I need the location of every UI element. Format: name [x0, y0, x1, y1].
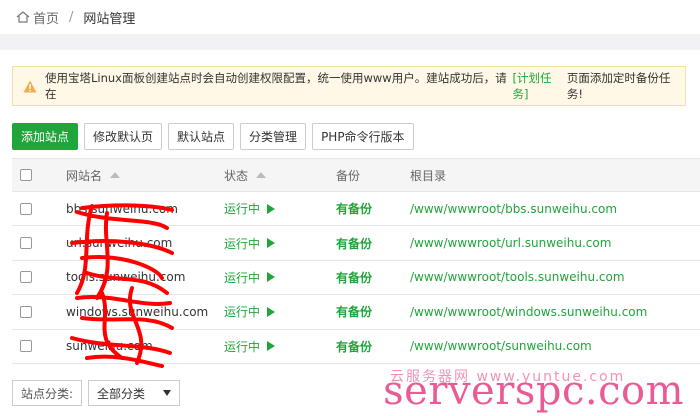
- header-name[interactable]: 网站名: [66, 159, 121, 191]
- table-header: 网站名 状态 备份 根目录: [12, 158, 700, 192]
- breadcrumb-home[interactable]: 首页: [16, 8, 59, 27]
- site-name-label: url.sunweihu.com: [66, 236, 173, 251]
- play-icon: [267, 203, 276, 214]
- default-site-button[interactable]: 默认站点: [168, 123, 235, 150]
- site-name[interactable]: url.sunweihu.com: [66, 226, 172, 259]
- site-backup-label: 有备份: [336, 202, 373, 217]
- site-root-label: /www/wwwroot/url.sunweihu.com: [410, 236, 612, 251]
- header-name-label: 网站名: [66, 168, 103, 183]
- site-name[interactable]: bbs.sunweihu.com: [66, 192, 178, 225]
- site-status-label: 运行中: [224, 202, 261, 217]
- play-icon: [267, 272, 276, 283]
- site-status[interactable]: 运行中: [224, 295, 276, 328]
- category-select-value: 全部分类: [97, 386, 146, 401]
- warning-icon: [23, 80, 37, 92]
- site-backup-label: 有备份: [336, 305, 373, 320]
- chevron-down-icon: [163, 390, 172, 396]
- site-root[interactable]: /www/wwwroot/sunweihu.com: [410, 330, 592, 363]
- site-backup[interactable]: 有备份: [336, 330, 372, 363]
- site-status-label: 运行中: [224, 305, 261, 320]
- toolbar: 添加站点 修改默认页 默认站点 分类管理 PHP命令行版本: [12, 123, 414, 150]
- add-site-button[interactable]: 添加站点: [12, 123, 79, 150]
- site-root-label: /www/wwwroot/windows.sunweihu.com: [410, 304, 648, 319]
- notice-text-before: 使用宝塔Linux面板创建站点时会自动创建权限配置，统一使用www用户。建站成功…: [45, 71, 507, 101]
- site-backup[interactable]: 有备份: [336, 226, 372, 259]
- watermark: serverspc.com: [383, 368, 684, 414]
- site-backup-label: 有备份: [336, 339, 373, 354]
- site-name[interactable]: tools.sunweihu.com: [66, 261, 185, 294]
- notice-bar: 使用宝塔Linux面板创建站点时会自动创建权限配置，统一使用www用户。建站成功…: [12, 66, 686, 106]
- select-all-checkbox[interactable]: [20, 169, 32, 181]
- row-checkbox[interactable]: [20, 305, 32, 318]
- breadcrumb: 首页 / 网站管理: [0, 0, 700, 34]
- php-cli-version-button[interactable]: PHP命令行版本: [312, 123, 414, 150]
- table-row: sunweihu.com 运行中 有备份 /www/wwwroot/sunwei…: [12, 330, 700, 364]
- site-status-label: 运行中: [224, 236, 261, 251]
- row-checkbox[interactable]: [20, 237, 32, 250]
- breadcrumb-home-label: 首页: [33, 11, 60, 27]
- modify-default-page-button[interactable]: 修改默认页: [84, 123, 163, 150]
- site-root[interactable]: /www/wwwroot/url.sunweihu.com: [410, 226, 611, 259]
- site-status[interactable]: 运行中: [224, 226, 276, 259]
- site-name[interactable]: windows.sunweihu.com: [66, 295, 208, 328]
- site-status[interactable]: 运行中: [224, 330, 276, 363]
- row-checkbox-cell: [20, 330, 32, 363]
- table-row: url.sunweihu.com 运行中 有备份 /www/wwwroot/ur…: [12, 226, 700, 261]
- table-row: windows.sunweihu.com 运行中 有备份 /www/wwwroo…: [12, 295, 700, 330]
- site-root-label: /www/wwwroot/sunweihu.com: [410, 339, 592, 354]
- site-name-label: tools.sunweihu.com: [66, 270, 186, 285]
- breadcrumb-current: 网站管理: [83, 11, 136, 27]
- home-icon: [16, 11, 30, 23]
- site-status[interactable]: 运行中: [224, 261, 276, 294]
- row-checkbox[interactable]: [20, 202, 32, 215]
- site-status-label: 运行中: [224, 339, 261, 354]
- sort-asc-icon: [256, 172, 267, 178]
- cron-task-link[interactable]: [计划任务]: [513, 70, 567, 102]
- row-checkbox-cell: [20, 261, 32, 294]
- site-backup[interactable]: 有备份: [336, 295, 372, 328]
- category-manage-button[interactable]: 分类管理: [240, 123, 307, 150]
- category-filter-label: 站点分类:: [12, 380, 83, 406]
- site-name-label: bbs.sunweihu.com: [66, 201, 178, 216]
- site-table: 网站名 状态 备份 根目录 bbs.sunweihu.com 运行中 有备份 /…: [12, 158, 700, 364]
- site-status-label: 运行中: [224, 270, 261, 285]
- row-checkbox-cell: [20, 295, 32, 328]
- site-name[interactable]: sunweihu.com: [66, 330, 153, 363]
- header-status[interactable]: 状态: [224, 159, 267, 191]
- row-checkbox[interactable]: [20, 271, 32, 284]
- header-status-label: 状态: [224, 168, 249, 183]
- page: 首页 / 网站管理 使用宝塔Linux面板创建站点时会自动创建权限配置，统一使用…: [0, 0, 700, 416]
- site-backup-label: 有备份: [336, 236, 373, 251]
- site-name-label: windows.sunweihu.com: [66, 304, 209, 319]
- header-root: 根目录: [410, 168, 447, 183]
- notice-text-after: 页面添加定时备份任务!: [566, 71, 671, 101]
- site-root[interactable]: /www/wwwroot/tools.sunweihu.com: [410, 261, 625, 294]
- site-root[interactable]: /www/wwwroot/windows.sunweihu.com: [410, 295, 647, 328]
- row-checkbox-cell: [20, 192, 32, 225]
- site-backup-label: 有备份: [336, 270, 373, 285]
- play-icon: [267, 238, 276, 249]
- table-row: bbs.sunweihu.com 运行中 有备份 /www/wwwroot/bb…: [12, 192, 700, 227]
- footer-filter: 站点分类: 全部分类: [12, 380, 181, 406]
- table-row: tools.sunweihu.com 运行中 有备份 /www/wwwroot/…: [12, 261, 700, 296]
- site-root-label: /www/wwwroot/bbs.sunweihu.com: [410, 201, 618, 216]
- site-panel: 使用宝塔Linux面板创建站点时会自动创建权限配置，统一使用www用户。建站成功…: [0, 50, 700, 416]
- play-icon: [267, 306, 276, 317]
- site-name-label: sunweihu.com: [66, 339, 153, 354]
- select-all-cell: [20, 159, 32, 191]
- header-backup: 备份: [336, 168, 361, 183]
- sort-asc-icon: [110, 172, 121, 178]
- site-root-label: /www/wwwroot/tools.sunweihu.com: [410, 270, 625, 285]
- play-icon: [267, 341, 276, 352]
- site-root[interactable]: /www/wwwroot/bbs.sunweihu.com: [410, 192, 617, 225]
- site-backup[interactable]: 有备份: [336, 261, 372, 294]
- breadcrumb-separator: /: [69, 9, 74, 25]
- category-select[interactable]: 全部分类: [88, 380, 181, 406]
- site-backup[interactable]: 有备份: [336, 192, 372, 225]
- site-status[interactable]: 运行中: [224, 192, 276, 225]
- row-checkbox-cell: [20, 226, 32, 259]
- row-checkbox[interactable]: [20, 340, 32, 353]
